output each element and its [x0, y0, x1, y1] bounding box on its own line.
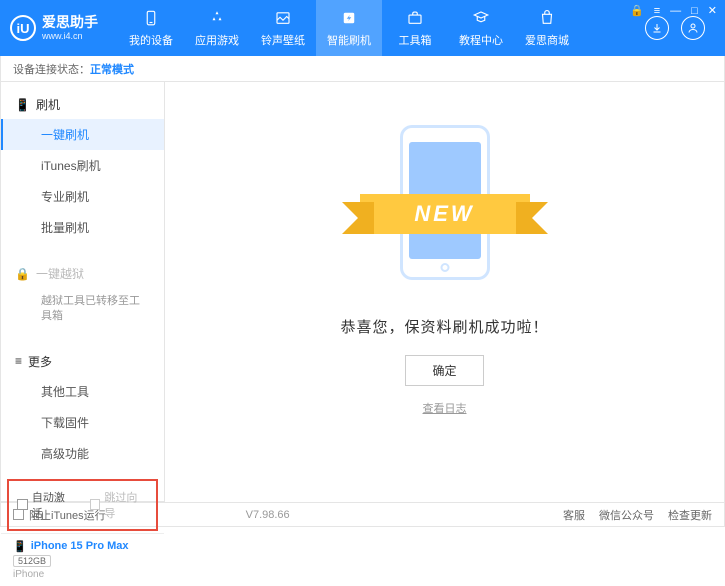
toolbox-icon: [405, 8, 425, 28]
close-button[interactable]: ✕: [706, 4, 719, 17]
footer-link-support[interactable]: 客服: [563, 507, 585, 523]
tutorial-icon: [471, 8, 491, 28]
nav-store[interactable]: 爱思商城: [514, 0, 580, 56]
flash-options-highlighted: 自动激活 跳过向导: [7, 479, 158, 531]
nav-label: 铃声壁纸: [261, 32, 305, 48]
nav-apps-games[interactable]: 应用游戏: [184, 0, 250, 56]
status-mode: 正常模式: [90, 61, 134, 77]
version-label: V7.98.66: [246, 509, 290, 521]
menu-icon[interactable]: ≡: [652, 5, 662, 17]
logo-icon: iU: [10, 15, 36, 41]
view-log-link[interactable]: 查看日志: [423, 400, 467, 416]
checkbox-block-itunes[interactable]: 阻止iTunes运行: [13, 507, 106, 523]
sidebar-item-batch-flash[interactable]: 批量刷机: [1, 212, 164, 243]
footer-link-update[interactable]: 检查更新: [668, 507, 712, 523]
nav-label: 应用游戏: [195, 32, 239, 48]
success-message: 恭喜您，保资料刷机成功啦！: [340, 316, 548, 337]
sidebar-flash-header[interactable]: 📱 刷机: [1, 90, 164, 119]
nav-my-device[interactable]: 我的设备: [118, 0, 184, 56]
more-icon: ≡: [15, 354, 22, 368]
app-logo: iU 爱思助手 www.i4.cn: [10, 14, 98, 42]
sidebar-jailbreak-header: 🔒 一键越狱: [1, 259, 164, 288]
device-storage: 512GB: [13, 555, 51, 567]
wallpaper-icon: [273, 8, 293, 28]
nav-ringtone-wallpaper[interactable]: 铃声壁纸: [250, 0, 316, 56]
checkbox-icon: [13, 509, 24, 520]
main-content: NEW 恭喜您，保资料刷机成功啦！ 确定 查看日志: [165, 82, 725, 502]
ok-button[interactable]: 确定: [405, 355, 483, 386]
footer-link-wechat[interactable]: 微信公众号: [599, 507, 654, 523]
nav-label: 智能刷机: [327, 32, 371, 48]
nav-label: 我的设备: [129, 32, 173, 48]
checkbox-label: 阻止iTunes运行: [29, 507, 106, 523]
maximize-button[interactable]: □: [689, 5, 700, 17]
sidebar-jailbreak-note: 越狱工具已转移至工具箱: [1, 288, 164, 331]
nav-tutorials[interactable]: 教程中心: [448, 0, 514, 56]
minimize-button[interactable]: —: [668, 5, 683, 17]
device-icon: [141, 8, 161, 28]
device-small-icon: 📱: [15, 98, 30, 112]
sidebar-item-download-firmware[interactable]: 下载固件: [1, 407, 164, 438]
top-nav: 我的设备 应用游戏 铃声壁纸 智能刷机 工具箱 教程中心 爱思商城: [118, 0, 645, 56]
app-title: 爱思助手: [42, 14, 98, 31]
sidebar-header-label: 更多: [28, 353, 52, 370]
device-info[interactable]: 📱 iPhone 15 Pro Max 512GB iPhone: [1, 533, 164, 586]
sidebar-item-other-tools[interactable]: 其他工具: [1, 376, 164, 407]
app-url: www.i4.cn: [42, 31, 98, 42]
checkbox-label: 跳过向导: [104, 489, 148, 521]
phone-icon: 📱: [13, 540, 27, 553]
sidebar-header-label: 刷机: [36, 96, 60, 113]
store-icon: [537, 8, 557, 28]
sidebar-item-advanced[interactable]: 高级功能: [1, 438, 164, 469]
flash-icon: [339, 8, 359, 28]
status-bar: 设备连接状态： 正常模式: [0, 56, 725, 82]
sidebar: 📱 刷机 一键刷机 iTunes刷机 专业刷机 批量刷机 🔒 一键越狱 越狱工具…: [0, 82, 165, 502]
lock-icon: 🔒: [15, 267, 30, 281]
sidebar-header-label: 一键越狱: [36, 265, 84, 282]
sidebar-more-header[interactable]: ≡ 更多: [1, 347, 164, 376]
lock-icon[interactable]: 🔒: [628, 4, 646, 17]
sidebar-item-pro-flash[interactable]: 专业刷机: [1, 181, 164, 212]
nav-smart-flash[interactable]: 智能刷机: [316, 0, 382, 56]
sidebar-item-itunes-flash[interactable]: iTunes刷机: [1, 150, 164, 181]
success-illustration: NEW: [345, 112, 545, 292]
sidebar-item-one-click-flash[interactable]: 一键刷机: [1, 119, 164, 150]
status-label: 设备连接状态：: [13, 61, 90, 77]
nav-toolbox[interactable]: 工具箱: [382, 0, 448, 56]
user-button[interactable]: [681, 16, 705, 40]
nav-label: 教程中心: [459, 32, 503, 48]
new-ribbon: NEW: [360, 194, 530, 234]
nav-label: 工具箱: [399, 32, 432, 48]
apps-icon: [207, 8, 227, 28]
nav-label: 爱思商城: [525, 32, 569, 48]
download-button[interactable]: [645, 16, 669, 40]
device-name: 📱 iPhone 15 Pro Max: [13, 540, 152, 553]
device-type: iPhone: [13, 569, 152, 580]
